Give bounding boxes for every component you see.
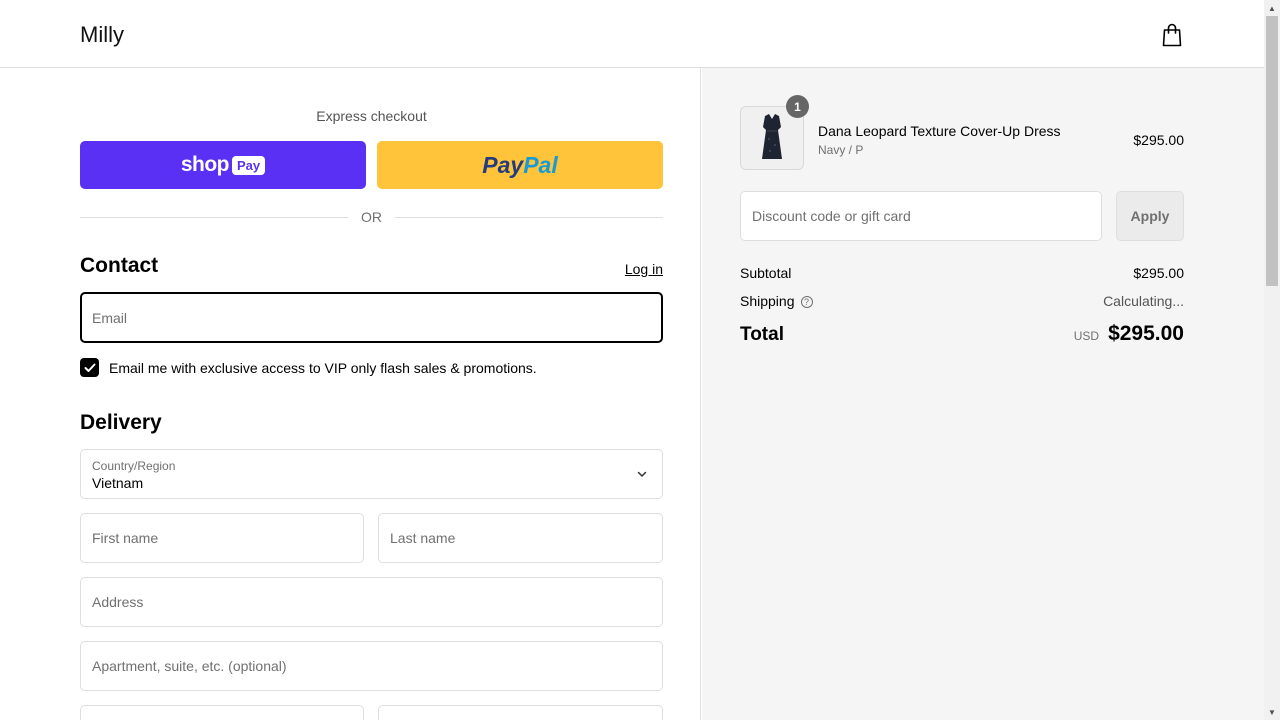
total-label: Total — [740, 324, 784, 345]
shopping-bag-icon[interactable] — [1162, 23, 1182, 47]
discount-input[interactable]: Discount code or gift card — [740, 191, 1102, 241]
apartment-input[interactable]: Apartment, suite, etc. (optional) — [80, 641, 663, 691]
paypal-logo: PayPal — [482, 152, 557, 179]
state-input[interactable] — [378, 705, 663, 720]
city-input[interactable] — [80, 705, 364, 720]
product-name: Dana Leopard Texture Cover-Up Dress — [818, 123, 1061, 139]
login-link[interactable]: Log in — [600, 261, 663, 277]
help-icon[interactable]: ? — [800, 296, 813, 308]
shop-pay-logo-badge: Pay — [232, 155, 266, 175]
last-name-input[interactable]: Last name — [378, 513, 663, 563]
subtotal-value: $295.00 — [1133, 265, 1184, 281]
or-text: OR — [361, 209, 382, 225]
express-checkout-label: Express checkout — [316, 108, 427, 124]
marketing-checkbox[interactable] — [80, 358, 99, 377]
total-amount: USD $295.00 — [1074, 322, 1184, 346]
checkout-main: Express checkout shop Pay PayPal OR Cont… — [0, 68, 701, 720]
product-variant: Navy / P — [818, 143, 864, 157]
order-summary: 1 Dana Leopard Texture Cover-Up Dress Na… — [702, 68, 1264, 720]
currency-code: USD — [1073, 329, 1100, 343]
chevron-down-icon — [637, 471, 647, 477]
divider-line — [395, 216, 663, 218]
contact-heading: Contact — [80, 254, 159, 277]
or-divider: OR — [80, 208, 663, 226]
paypal-logo-pal: Pal — [523, 151, 558, 178]
delivery-heading: Delivery — [80, 411, 162, 434]
address-input[interactable]: Address — [80, 577, 663, 627]
scrollbar-thumb[interactable] — [1266, 16, 1278, 286]
country-select[interactable]: Country/Region Vietnam — [80, 449, 663, 499]
total-value: $295.00 — [1108, 322, 1184, 345]
shipping-label: Shipping — [740, 293, 795, 309]
shop-pay-button[interactable]: shop Pay — [80, 141, 366, 189]
quantity-badge: 1 — [786, 95, 809, 118]
shipping-value: Calculating... — [1103, 293, 1184, 309]
country-label: Country/Region — [92, 459, 176, 473]
page-scrollbar[interactable]: ▲ ▼ — [1264, 0, 1280, 720]
checkmark-icon — [84, 363, 95, 372]
paypal-button[interactable]: PayPal — [377, 141, 663, 189]
email-input[interactable]: Email — [80, 292, 663, 343]
shop-pay-logo-word: shop — [180, 153, 230, 176]
shipping-row-label: Shipping? — [740, 293, 813, 309]
subtotal-label: Subtotal — [740, 265, 792, 281]
marketing-checkbox-label: Email me with exclusive access to VIP on… — [109, 360, 537, 376]
scroll-down-arrow-icon[interactable]: ▼ — [1264, 704, 1280, 720]
site-header: Milly — [0, 0, 1264, 68]
first-name-input[interactable]: First name — [80, 513, 364, 563]
divider-line — [80, 216, 348, 218]
product-price: $295.00 — [1133, 132, 1184, 148]
country-value: Vietnam — [92, 475, 144, 491]
scroll-up-arrow-icon[interactable]: ▲ — [1264, 0, 1280, 16]
apply-discount-button[interactable]: Apply — [1116, 191, 1184, 241]
brand-logo[interactable]: Milly — [80, 22, 124, 48]
paypal-logo-pay: Pay — [482, 151, 524, 178]
